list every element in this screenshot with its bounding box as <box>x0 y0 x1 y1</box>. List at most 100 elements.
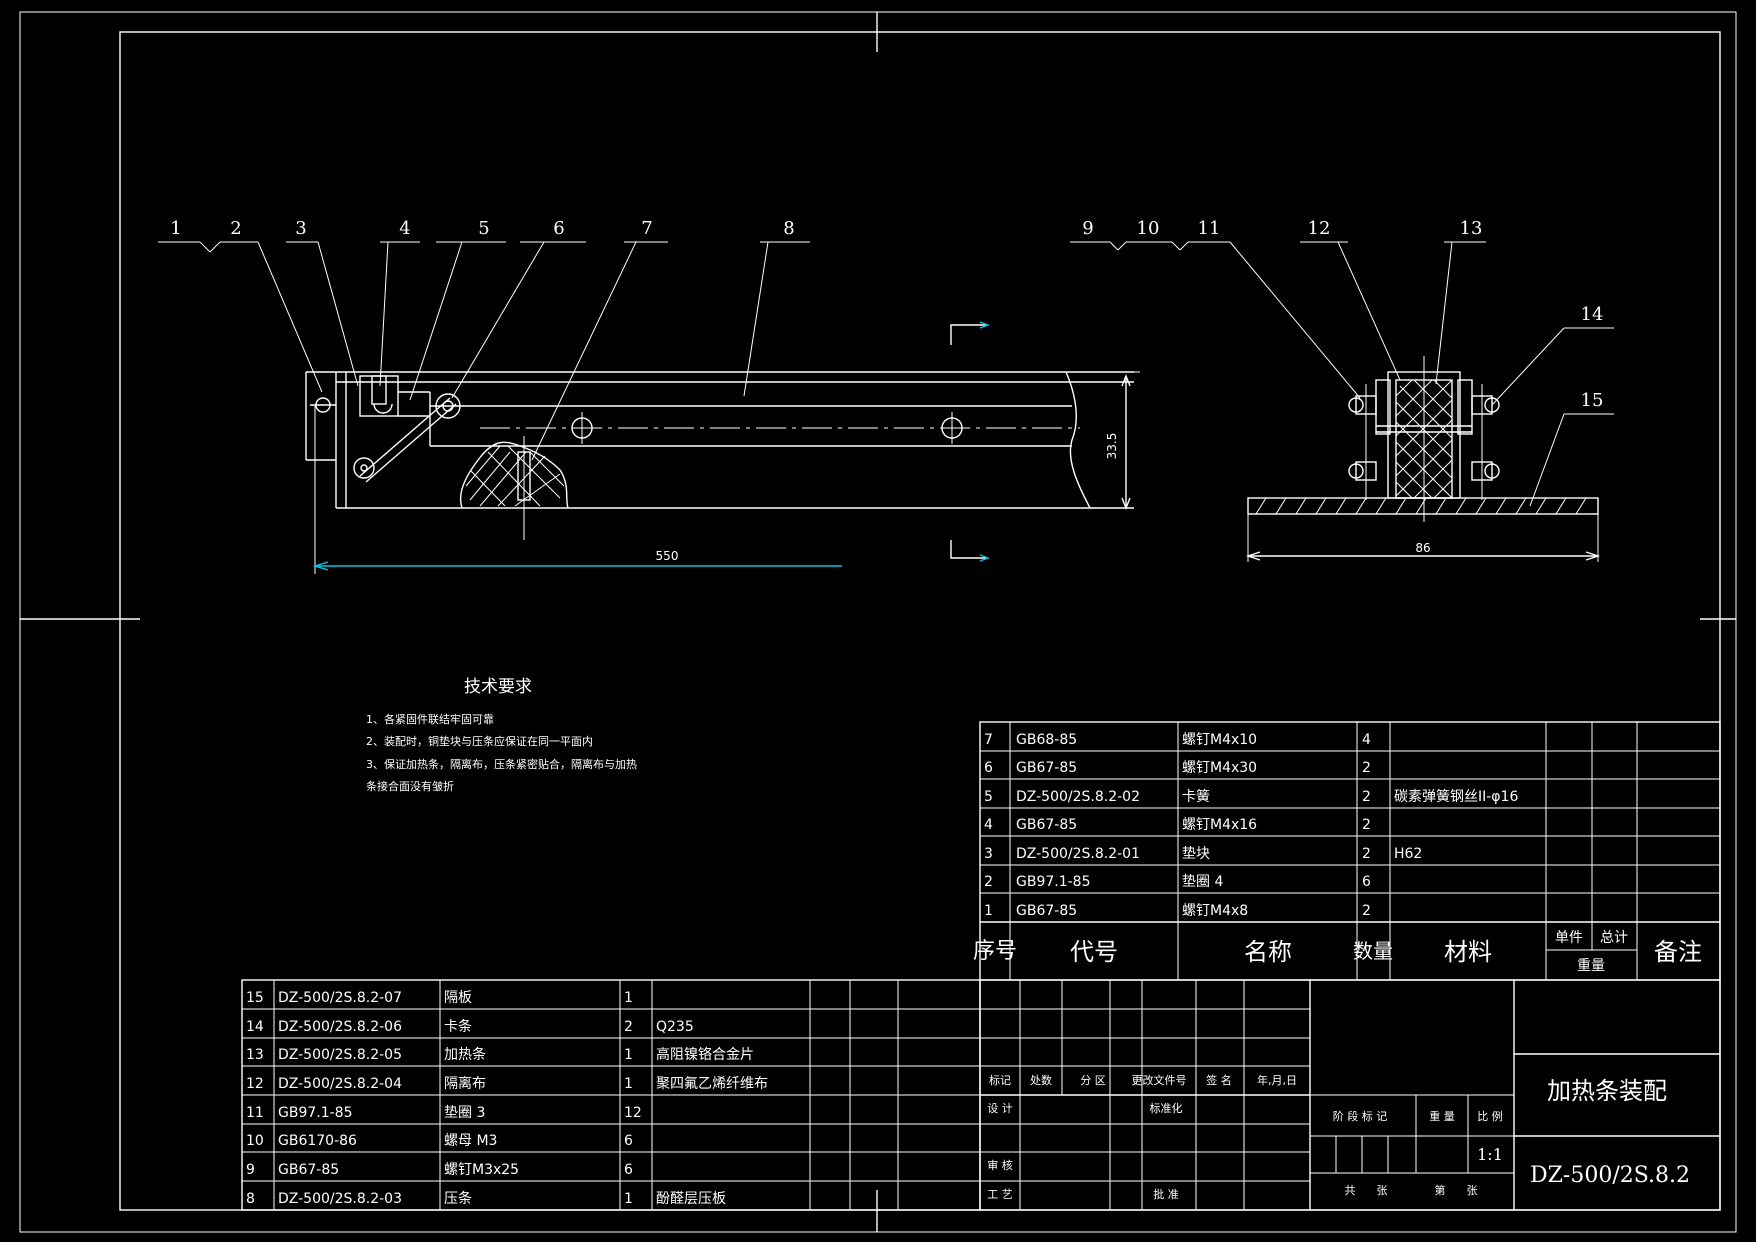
bom-lower-material: 高阻镍铬合金片 <box>656 1046 754 1063</box>
bom-lower-material: 酚醛层压板 <box>656 1191 726 1207</box>
bom-upper-name: 螺钉M4x10 <box>1182 732 1257 748</box>
bom-upper-no: 6 <box>984 760 993 776</box>
tb-sheet-no: 第 张 <box>1435 1183 1478 1197</box>
bom-upper-name: 垫圈 4 <box>1182 874 1223 890</box>
bom-upper-qty: 2 <box>1362 817 1371 833</box>
balloon-5: 5 <box>478 218 489 239</box>
drawing-number: DZ-500/2S.8.2 <box>1530 1163 1690 1188</box>
balloon-9: 9 <box>1082 218 1093 239</box>
balloon-8: 8 <box>783 218 794 239</box>
bom-lower-code: DZ-500/2S.8.2-06 <box>278 1019 402 1035</box>
balloon-1: 1 <box>170 218 181 239</box>
bom-upper-code: GB97.1-85 <box>1016 874 1091 890</box>
bom-upper-no: 2 <box>984 874 993 890</box>
tb-approve: 批 准 <box>1153 1187 1179 1201</box>
bom-lower-code: DZ-500/2S.8.2-07 <box>278 990 402 1006</box>
side-balloons: 9 10 11 12 13 14 15 <box>1070 218 1614 507</box>
tb-standardize: 标准化 <box>1150 1101 1183 1115</box>
bom-upper-code: GB67-85 <box>1016 817 1077 833</box>
tb-change-doc: 更改文件号 <box>1132 1073 1187 1087</box>
bom-upper-code: GB68-85 <box>1016 732 1077 748</box>
bom-lower-name: 卡条 <box>444 1018 472 1035</box>
balloon-14: 14 <box>1581 304 1604 325</box>
front-balloons: 1 2 3 4 5 6 7 8 <box>158 218 810 461</box>
bom-upper-material: 碳素弹簧钢丝II-φ16 <box>1394 789 1518 805</box>
bom-header-qty: 数量 <box>1353 939 1393 963</box>
bom-upper-material: H62 <box>1394 846 1422 862</box>
bom-upper-name: 垫块 <box>1182 846 1210 862</box>
bom-upper-name: 螺钉M4x30 <box>1182 760 1257 776</box>
bom-lower-material: Q235 <box>656 1019 694 1035</box>
bom-upper-no: 1 <box>984 903 993 919</box>
tb-mark: 标记 <box>989 1073 1011 1087</box>
bom-header-material: 材料 <box>1444 938 1492 966</box>
bom-lower-qty: 6 <box>624 1162 633 1178</box>
bom-lower-no: 13 <box>246 1047 264 1063</box>
balloon-12: 12 <box>1308 218 1331 239</box>
bom-lower-code: GB6170-86 <box>278 1133 357 1149</box>
balloon-6: 6 <box>553 218 564 239</box>
bom-header-no: 序号 <box>973 939 1017 964</box>
bom-header-code: 代号 <box>1070 938 1118 966</box>
bom-lower-name: 螺母 M3 <box>444 1133 497 1149</box>
bom-lower-qty: 6 <box>624 1133 633 1149</box>
bom-upper-qty: 6 <box>1362 874 1371 890</box>
bom-upper-name: 螺钉M4x16 <box>1182 817 1257 833</box>
base-hatch <box>1255 497 1587 515</box>
tech-title: 技术要求 <box>464 677 532 697</box>
bom-lower-rows: 15 DZ-500/2S.8.2-07 隔板 1 14 DZ-500/2S.8.… <box>246 990 768 1207</box>
balloon-11: 11 <box>1198 218 1221 239</box>
bom-lower-name: 加热条 <box>444 1046 486 1063</box>
tech-requirements: 技术要求 1、各紧固件联结牢固可靠 2、装配时，铜垫块与压条应保证在同一平面内 … <box>366 677 637 793</box>
tech-item-3: 3、保证加热条，隔离布，压条紧密贴合，隔离布与加热 <box>366 757 637 771</box>
bom-lower-material: 聚四氟乙烯纤维布 <box>656 1076 768 1092</box>
tb-date: 年,月,日 <box>1257 1073 1297 1087</box>
title-block-labels: 标记 处数 分 区 更改文件号 签 名 年,月,日 设 计 标准化 审 核 工 … <box>987 1073 1690 1201</box>
tb-weight: 重 量 <box>1429 1109 1455 1123</box>
bom-upper-qty: 4 <box>1362 732 1371 748</box>
bom-header: 序号 代号 名称 数量 材料 单件 总计 重量 备注 <box>973 930 1702 974</box>
bom-upper-code: DZ-500/2S.8.2-02 <box>1016 789 1140 805</box>
bom-lower-qty: 1 <box>624 990 633 1006</box>
bom-lower-name: 螺钉M3x25 <box>444 1162 519 1178</box>
bom-lower-qty: 2 <box>624 1019 633 1035</box>
bom-lower-no: 8 <box>246 1191 255 1207</box>
side-view: 86 <box>1245 356 1601 562</box>
dim-height: 33.5 <box>1105 433 1119 460</box>
bom-header-unit: 单件 <box>1555 930 1583 946</box>
bom-upper-code: GB67-85 <box>1016 760 1077 776</box>
bom-lower-qty: 12 <box>624 1105 642 1121</box>
tb-sign: 签 名 <box>1206 1073 1232 1087</box>
tb-scale: 1:1 <box>1477 1145 1503 1164</box>
bom-lower-qty: 1 <box>624 1191 633 1207</box>
tech-item-1: 1、各紧固件联结牢固可靠 <box>366 712 494 726</box>
balloon-7: 7 <box>641 218 652 239</box>
bom-lower-code: DZ-500/2S.8.2-04 <box>278 1076 402 1092</box>
tb-design: 设 计 <box>987 1102 1013 1115</box>
bom-lower-name: 隔板 <box>444 990 472 1006</box>
bom-lower-no: 10 <box>246 1133 264 1149</box>
bom-header-remark: 备注 <box>1654 938 1702 966</box>
bom-header-name: 名称 <box>1244 938 1292 966</box>
bom-upper-qty: 2 <box>1362 789 1371 805</box>
bom-upper-qty: 2 <box>1362 760 1371 776</box>
bom-upper-code: DZ-500/2S.8.2-01 <box>1016 846 1140 862</box>
tech-item-2: 2、装配时，铜垫块与压条应保证在同一平面内 <box>366 734 593 748</box>
bom-upper-name: 卡簧 <box>1182 789 1210 805</box>
bom-upper-rows: 7 GB68-85 螺钉M4x10 4 6 GB67-85 螺钉M4x30 2 … <box>984 732 1518 919</box>
tb-scale-label: 比 例 <box>1477 1109 1503 1123</box>
bom-lower-qty: 1 <box>624 1076 633 1092</box>
bom-lower-code: DZ-500/2S.8.2-05 <box>278 1047 402 1063</box>
bom-upper-qty: 2 <box>1362 846 1371 862</box>
bom-upper-no: 7 <box>984 732 993 748</box>
bom-upper-code: GB67-85 <box>1016 903 1077 919</box>
bom-lower-name: 隔离布 <box>444 1075 486 1092</box>
bom-lower-qty: 1 <box>624 1047 633 1063</box>
bom-upper-no: 5 <box>984 789 993 805</box>
tb-process: 工 艺 <box>987 1188 1013 1201</box>
balloon-4: 4 <box>399 218 410 239</box>
bom-lower-name: 垫圈 3 <box>444 1105 485 1121</box>
dim-length: 550 <box>656 549 679 563</box>
tb-zone: 分 区 <box>1080 1074 1106 1087</box>
bom-lower-code: DZ-500/2S.8.2-03 <box>278 1191 402 1207</box>
